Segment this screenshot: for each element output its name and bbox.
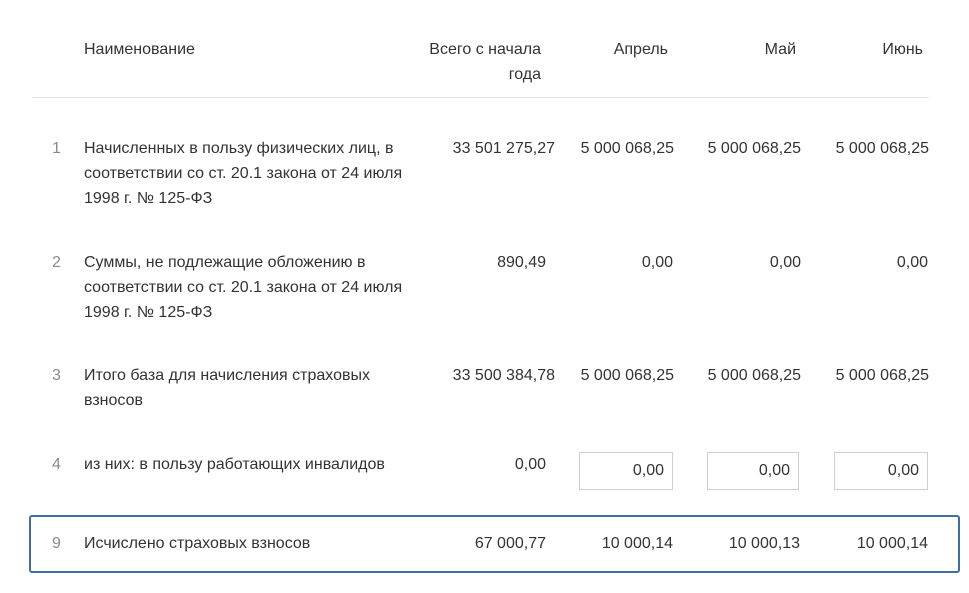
row-may: 0,00 bbox=[769, 254, 801, 271]
row-april: 5 000 068,25 bbox=[580, 140, 674, 157]
row-april: 10 000,14 bbox=[601, 535, 673, 552]
row-june: 10 000,14 bbox=[856, 535, 928, 552]
row-name: Суммы, не подлежащие обложению в соответ… bbox=[84, 254, 403, 321]
row-number: 4 bbox=[52, 456, 61, 473]
row-total: 0,00 bbox=[514, 456, 546, 473]
row-total: 890,49 bbox=[497, 254, 546, 271]
header-divider bbox=[32, 97, 929, 98]
row-total: 67 000,77 bbox=[474, 535, 546, 552]
row-number: 3 bbox=[52, 367, 61, 384]
column-header-total-line1: Всего с начала bbox=[429, 41, 541, 58]
april-value-input[interactable] bbox=[579, 452, 673, 490]
row-june: 5 000 068,25 bbox=[835, 140, 929, 157]
column-header-total-line2: года bbox=[508, 66, 541, 83]
row-may: 5 000 068,25 bbox=[707, 367, 801, 384]
row-name: Исчислено страховых взносов bbox=[84, 535, 311, 552]
row-may: 5 000 068,25 bbox=[707, 140, 801, 157]
row-number: 2 bbox=[52, 254, 61, 271]
row-may: 10 000,13 bbox=[728, 535, 800, 552]
row-june: 0,00 bbox=[896, 254, 928, 271]
row-name: Итого база для начисления страховых взно… bbox=[84, 367, 370, 409]
column-header-name: Наименование bbox=[84, 41, 195, 58]
may-value-input[interactable] bbox=[707, 452, 799, 490]
row-total: 33 501 275,27 bbox=[452, 140, 555, 157]
june-value-input[interactable] bbox=[834, 452, 928, 490]
row-total: 33 500 384,78 bbox=[452, 367, 555, 384]
row-april: 5 000 068,25 bbox=[580, 367, 674, 384]
row-number: 1 bbox=[52, 140, 61, 157]
row-april: 0,00 bbox=[641, 254, 673, 271]
row-name: Начисленных в пользу физических лиц, в с… bbox=[84, 140, 403, 207]
row-name: из них: в пользу работающих инвалидов bbox=[84, 456, 385, 473]
column-header-total: Всего с начала года bbox=[400, 37, 541, 87]
column-header-april: Апрель bbox=[613, 41, 668, 58]
row-june: 5 000 068,25 bbox=[835, 367, 929, 384]
row-number: 9 bbox=[52, 535, 61, 552]
column-header-june: Июнь bbox=[882, 41, 923, 58]
column-header-may: Май bbox=[764, 41, 796, 58]
